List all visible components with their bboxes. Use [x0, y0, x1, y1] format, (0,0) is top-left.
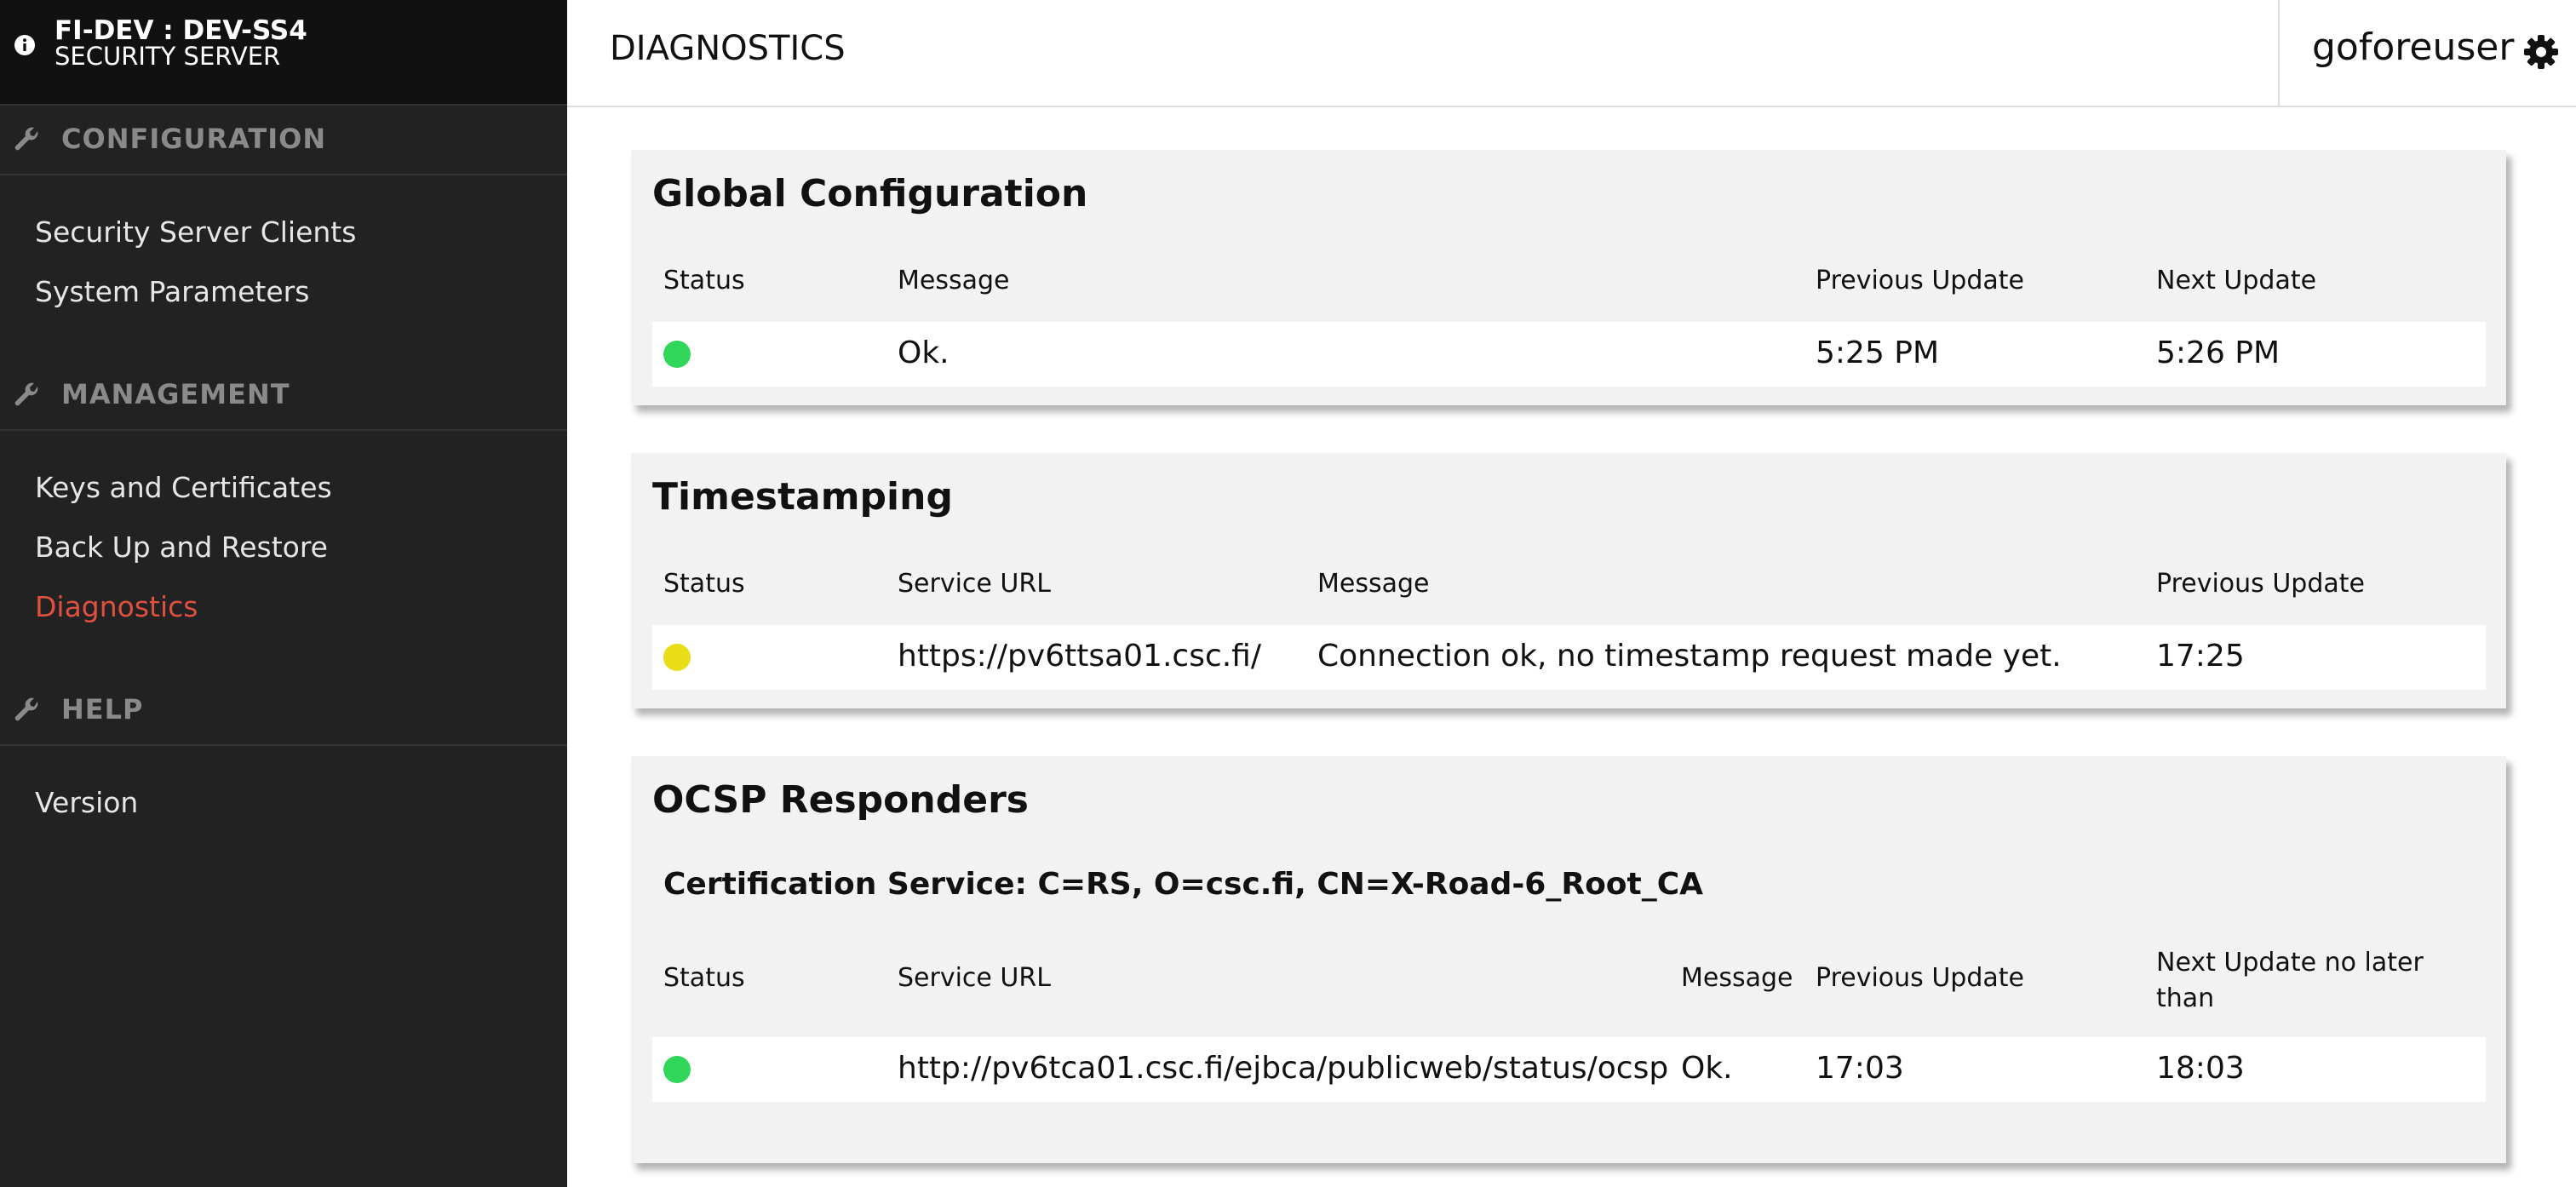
previous-update-cell: 17:03: [1816, 1051, 1904, 1086]
timestamping-card: Timestamping Status Service URL Message …: [631, 453, 2506, 708]
next-update-cell: 18:03: [2156, 1051, 2245, 1086]
sidebar-item-version[interactable]: Version: [0, 778, 567, 838]
next-update-cell: 5:26 PM: [2156, 335, 2281, 370]
sidebar-item-back-up-and-restore[interactable]: Back Up and Restore: [0, 523, 567, 582]
column-header-message: Message: [1681, 963, 1793, 993]
info-icon[interactable]: [14, 34, 36, 56]
column-header-next-update: Next Update no later than: [2156, 948, 2424, 1013]
section-title: CONFIGURATION: [61, 123, 327, 155]
global-configuration-card: Global Configuration Status Message Prev…: [631, 150, 2506, 405]
gear-icon[interactable]: [2523, 34, 2559, 70]
wrench-icon: [14, 382, 38, 406]
sidebar-item-diagnostics[interactable]: Diagnostics: [0, 582, 567, 642]
sidebar-item-security-server-clients[interactable]: Security Server Clients: [0, 208, 567, 267]
page-header: DIAGNOSTICS goforeuser: [567, 0, 2576, 107]
card-title: OCSP Responders: [652, 778, 1029, 822]
service-url-cell: http://pv6tca01.csc.fi/ejbca/publicweb/s…: [898, 1051, 1669, 1086]
column-header-status: Status: [663, 569, 745, 599]
column-header-previous-update: Previous Update: [1816, 266, 2024, 295]
table-row: Ok. 5:25 PM 5:26 PM: [652, 322, 2486, 387]
sidebar-item-keys-and-certificates[interactable]: Keys and Certificates: [0, 463, 567, 523]
column-header-status: Status: [663, 266, 745, 295]
column-header-service-url: Service URL: [898, 569, 1051, 599]
message-cell: Connection ok, no timestamp request made…: [1317, 639, 2062, 674]
table-row: https://pv6ttsa01.csc.fi/ Connection ok,…: [652, 625, 2486, 690]
column-header-status: Status: [663, 963, 745, 993]
status-indicator-ok: [663, 341, 691, 368]
card-title: Global Configuration: [652, 172, 1088, 215]
section-help: HELP: [0, 676, 567, 746]
section-title: HELP: [61, 693, 144, 725]
card-title: Timestamping: [652, 475, 953, 519]
certification-service-label: Certification Service: C=RS, O=csc.fi, C…: [663, 867, 1704, 902]
previous-update-cell: 5:25 PM: [1816, 335, 1940, 370]
sidebar-item-system-parameters[interactable]: System Parameters: [0, 267, 567, 327]
column-header-next-update: Next Update: [2156, 266, 2317, 295]
column-header-previous-update: Previous Update: [1816, 963, 2024, 993]
user-menu[interactable]: goforeuser: [2278, 0, 2576, 106]
column-header-previous-update: Previous Update: [2156, 569, 2365, 599]
wrench-icon: [14, 697, 38, 721]
section-configuration: CONFIGURATION: [0, 106, 567, 175]
column-header-message: Message: [898, 266, 1010, 295]
sidebar: FI-DEV : DEV-SS4 SECURITY SERVER CONFIGU…: [0, 0, 567, 1187]
server-type: SECURITY SERVER: [55, 42, 281, 71]
message-cell: Ok.: [898, 335, 950, 370]
status-indicator-warning: [663, 644, 691, 671]
section-title: MANAGEMENT: [61, 378, 290, 410]
message-cell: Ok.: [1681, 1051, 1733, 1086]
table-row: http://pv6tca01.csc.fi/ejbca/publicweb/s…: [652, 1037, 2486, 1102]
username[interactable]: goforeuser: [2312, 26, 2514, 69]
column-header-service-url: Service URL: [898, 963, 1051, 993]
service-url-cell: https://pv6ttsa01.csc.fi/: [898, 639, 1261, 674]
status-indicator-ok: [663, 1056, 691, 1083]
wrench-icon: [14, 127, 38, 151]
brand-header: FI-DEV : DEV-SS4 SECURITY SERVER: [0, 0, 567, 106]
previous-update-cell: 17:25: [2156, 639, 2245, 674]
column-header-message: Message: [1317, 569, 1430, 599]
section-management: MANAGEMENT: [0, 361, 567, 431]
ocsp-responders-card: OCSP Responders Certification Service: C…: [631, 756, 2506, 1163]
page-title: DIAGNOSTICS: [610, 29, 846, 68]
